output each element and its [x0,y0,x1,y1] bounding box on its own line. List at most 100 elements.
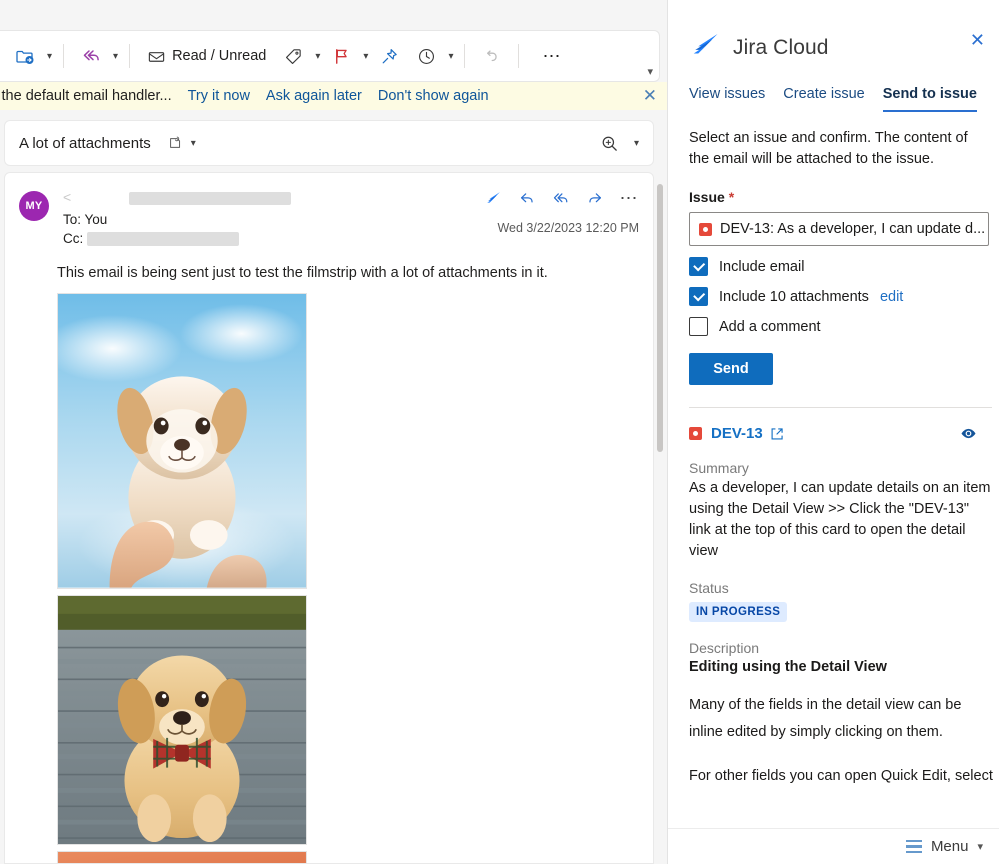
include-attachments-label: Include 10 attachments [719,288,869,305]
infobar-message: om as the default email handler... [0,88,172,104]
jira-panel-body: Select an issue and confirm. The content… [668,128,999,790]
zoom-chevron-icon[interactable]: ▾ [634,138,639,149]
issue-select-field[interactable]: DEV-13: As a developer, I can update d..… [689,212,989,246]
jira-panel-header: Jira Cloud ✕ [668,0,999,74]
summary-label: Summary [689,460,749,476]
pin-icon [383,48,398,63]
more-actions-icon[interactable]: ⋯ [620,189,640,207]
menu-chevron-icon[interactable]: ▾ [977,840,983,853]
mail-scrollbar-thumb[interactable] [657,184,663,452]
mail-command-bar: ▾ ▾ Read / Unread ▾ ▾ ▾ ⋯ ▾ [0,30,660,82]
from-address-redacted [129,192,291,205]
top-strip [0,0,668,30]
cc-label: Cc: [63,231,84,246]
from-display: < [63,189,72,205]
menu-label: Menu [930,838,969,855]
description-paragraph-2: For other fields you can open Quick Edit… [689,768,993,784]
read-unread-label: Read / Unread [172,48,267,64]
subject-chevron-icon[interactable]: ▾ [191,138,196,149]
inline-image-2[interactable] [57,594,307,845]
inline-image-3[interactable] [57,850,307,864]
issue-card-header: DEV-13 [689,425,985,442]
issue-label-text: Issue [689,189,725,205]
toolbar-divider-2 [129,44,131,68]
reply-all-icon [83,50,99,61]
undo-button[interactable] [474,39,509,73]
toolbar-divider-3 [464,44,466,68]
tab-create-issue[interactable]: Create issue [783,86,864,112]
eye-icon[interactable] [960,425,977,442]
message-date: Wed 3/22/2023 12:20 PM [497,221,639,235]
jira-cloud-addin-panel: Jira Cloud ✕ View issues Create issue Se… [668,0,999,864]
include-email-checkbox[interactable] [689,257,708,276]
required-asterisk: * [728,189,735,205]
reply-all-icon[interactable] [552,189,570,207]
snooze-chevron[interactable]: ▾ [446,39,455,73]
send-button[interactable]: Send [689,353,773,385]
infobar-dont-show-again-link[interactable]: Don't show again [378,88,489,104]
forward-icon[interactable] [586,189,604,207]
reply-icon[interactable] [518,189,536,207]
default-handler-infobar: om as the default email handler... Try i… [0,82,668,110]
infobar-ask-again-later-link[interactable]: Ask again later [266,88,362,104]
flag-chevron[interactable]: ▾ [361,39,370,73]
status-label: Status [689,580,729,596]
clock-icon [419,48,435,64]
avatar: MY [19,191,49,221]
subject-card: A lot of attachments ▾ ▾ [4,120,654,166]
issue-field-label: Issue * [689,189,985,205]
more-commands-button[interactable]: ⋯ [528,39,576,73]
zoom-in-icon [602,136,617,151]
option-include-attachments[interactable]: Include 10 attachments edit [689,287,985,306]
jira-tab-bar: View issues Create issue Send to issue [668,74,999,112]
move-to-folder-chevron[interactable]: ▾ [45,39,54,73]
move-to-folder-icon [16,50,34,64]
avatar-initials: MY [25,200,43,212]
toolbar-divider [63,44,65,68]
inline-image-1[interactable] [57,293,307,589]
infobar-close-icon[interactable]: ✕ [643,87,657,104]
add-comment-checkbox[interactable] [689,317,708,336]
mail-scrollbar-track[interactable] [641,355,649,863]
toolbar-divider-4 [518,44,520,68]
message-actions: ⋯ [485,189,640,207]
message-body-text: This email is being sent just to test th… [57,265,548,281]
open-in-new-icon[interactable] [770,427,784,441]
jira-close-icon[interactable]: ✕ [970,31,985,49]
snooze-button[interactable] [409,39,444,73]
include-attachments-checkbox[interactable] [689,287,708,306]
move-to-folder-button[interactable] [7,39,43,73]
option-include-email[interactable]: Include email [689,257,985,276]
issue-key-link[interactable]: DEV-13 [711,425,763,442]
pin-button[interactable] [372,39,407,73]
infobar-try-it-now-link[interactable]: Try it now [188,88,250,104]
story-type-icon [699,222,712,236]
tag-button[interactable] [276,39,311,73]
undo-icon [487,49,498,61]
tag-chevron[interactable]: ▾ [313,39,322,73]
edit-attachments-link[interactable]: edit [880,289,903,305]
jira-icon[interactable] [485,190,502,207]
option-add-comment[interactable]: Add a comment [689,317,985,336]
description-heading: Editing using the Detail View [689,659,887,675]
message-card: MY < To: You Cc: ⋯ Wed 3/22/2023 12:20 P… [4,172,654,864]
flag-button[interactable] [324,39,359,73]
message-header: MY < To: You Cc: ⋯ Wed 3/22/2023 12:20 P… [5,173,653,259]
jira-panel-title: Jira Cloud [733,36,829,59]
reply-all-chevron[interactable]: ▾ [111,39,120,73]
description-label: Description [689,640,760,656]
tab-view-issues[interactable]: View issues [689,86,765,112]
more-commands-label: ⋯ [542,46,562,66]
ribbon-collapse-chevron[interactable]: ▾ [647,65,653,78]
section-divider [689,407,992,408]
addin-menu-bar[interactable]: Menu ▾ [668,828,999,864]
envelope-icon [148,51,165,62]
tab-send-to-issue[interactable]: Send to issue [882,86,978,112]
attachment-summary-icon[interactable] [167,135,183,151]
read-unread-button[interactable]: Read / Unread [139,39,274,73]
email-subject: A lot of attachments [19,134,151,152]
status-badge: IN PROGRESS [689,602,788,622]
reply-all-button[interactable] [73,39,109,73]
zoom-control[interactable]: ▾ [600,134,639,153]
send-to-issue-intro: Select an issue and confirm. The content… [689,130,968,167]
